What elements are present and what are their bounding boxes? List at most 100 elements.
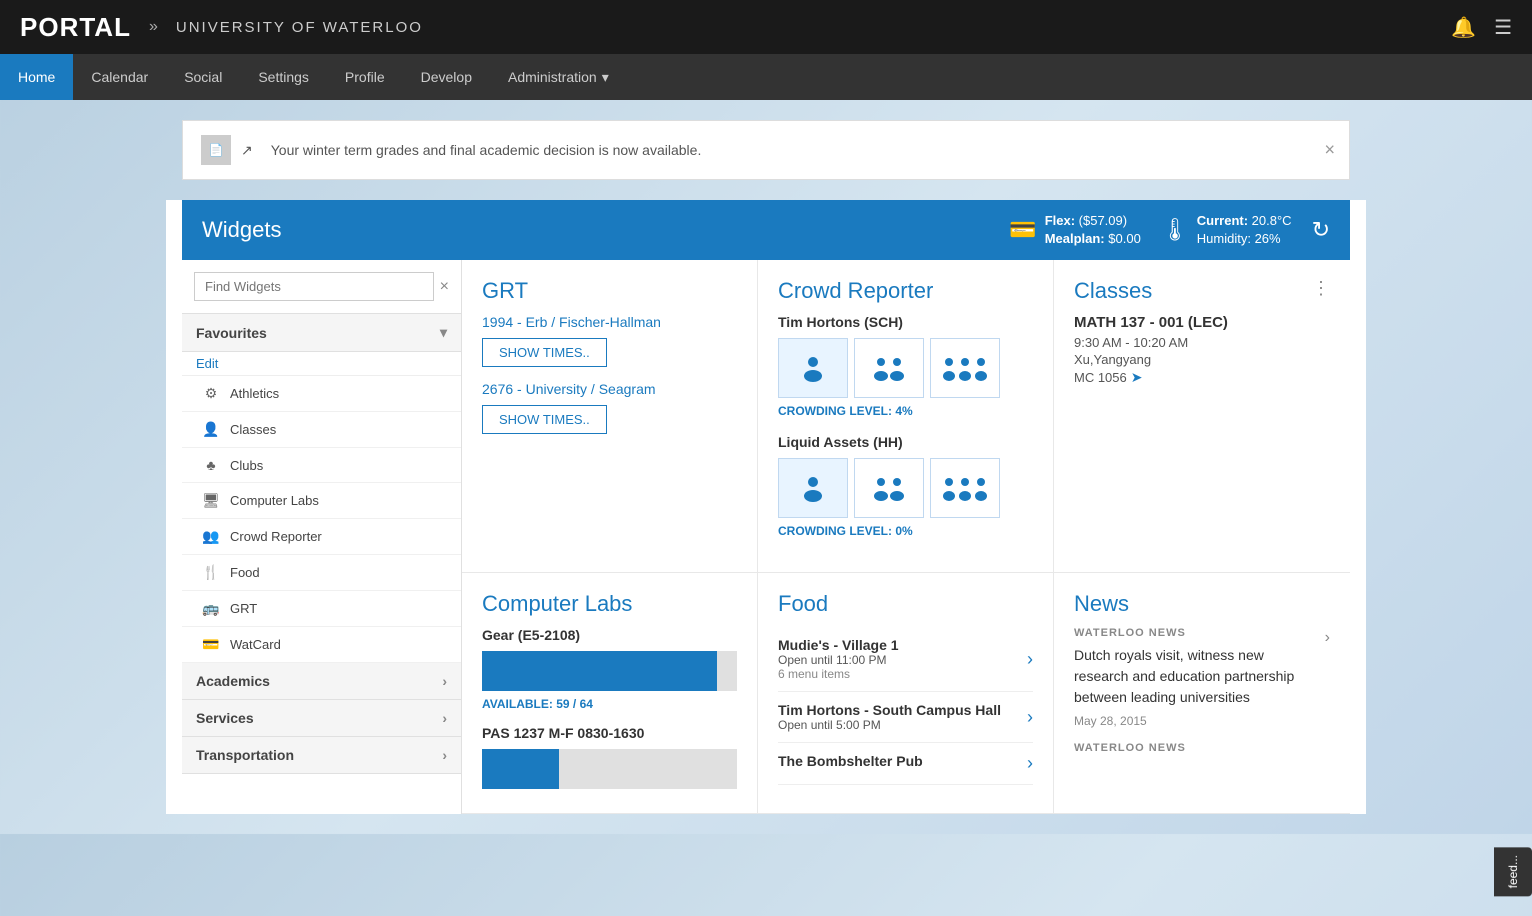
- class-instructor: Xu,Yangyang: [1074, 352, 1330, 367]
- transportation-section-header[interactable]: Transportation ›: [182, 737, 461, 774]
- crowd-icon-high[interactable]: [930, 338, 1000, 398]
- sidebar-watcard-label: WatCard: [230, 637, 281, 652]
- crowd-icon-medium[interactable]: [854, 338, 924, 398]
- sidebar-item-athletics[interactable]: ⚙ Athletics: [182, 376, 461, 412]
- food-item-2[interactable]: Tim Hortons - South Campus Hall Open unt…: [778, 692, 1033, 743]
- sidebar-clubs-label: Clubs: [230, 458, 263, 473]
- flex-value: ($57.09): [1079, 213, 1127, 228]
- lab2-bar: [482, 749, 559, 789]
- portal-logo: PORTAL: [20, 12, 131, 43]
- news-source-2: WATERLOO NEWS: [1074, 742, 1186, 754]
- sidebar-grt-label: GRT: [230, 601, 257, 616]
- navigate-icon[interactable]: ➤: [1131, 369, 1143, 386]
- show-times-btn-1[interactable]: SHOW TIMES..: [482, 338, 607, 367]
- news-headline-1[interactable]: Dutch royals visit, witness new research…: [1074, 645, 1315, 708]
- bell-icon[interactable]: 🔔: [1451, 15, 1476, 40]
- crowd-icon-low[interactable]: [778, 338, 848, 398]
- crowd-level-1: CROWDING LEVEL: 4%: [778, 404, 1033, 418]
- search-input[interactable]: [194, 272, 434, 301]
- sidebar-item-clubs[interactable]: ♣ Clubs: [182, 448, 461, 483]
- food-hours-1: Open until 11:00 PM: [778, 653, 1027, 667]
- menu-icon[interactable]: ☰: [1494, 15, 1512, 40]
- close-icon[interactable]: ×: [1324, 140, 1335, 161]
- grt-icon: 🚌: [202, 600, 220, 617]
- favourites-label: Favourites: [196, 325, 267, 341]
- nav-social[interactable]: Social: [166, 54, 240, 100]
- thermometer-icon: 🌡: [1161, 217, 1189, 243]
- services-section-header[interactable]: Services ›: [182, 700, 461, 737]
- doc-icon: 📄: [209, 143, 224, 157]
- sidebar-item-classes[interactable]: 👤 Classes: [182, 412, 461, 448]
- sidebar-classes-label: Classes: [230, 422, 276, 437]
- news-chevron-1[interactable]: ›: [1325, 629, 1330, 647]
- lab1-available: AVAILABLE: 59 / 64: [482, 697, 737, 711]
- top-bar-right: 🔔 ☰: [1451, 15, 1512, 40]
- food-widget: Food Mudie's - Village 1 Open until 11:0…: [758, 573, 1054, 814]
- widgets-body: × Favourites ▾ Edit ⚙ Athletics 👤 Classe…: [182, 260, 1350, 814]
- food-name-1: Mudie's - Village 1: [778, 637, 1027, 653]
- clubs-icon: ♣: [202, 457, 220, 473]
- mealplan-info: 💳 Flex: ($57.09) Mealplan: $0.00: [1009, 212, 1141, 248]
- computer-labs-title: Computer Labs: [482, 591, 737, 617]
- nav-calendar[interactable]: Calendar: [73, 54, 166, 100]
- academics-caret-icon: ›: [442, 673, 447, 689]
- services-caret-icon: ›: [442, 710, 447, 726]
- nav-administration[interactable]: Administration ▾: [490, 54, 627, 100]
- crowd-icons-2: [778, 458, 1033, 518]
- nav-home[interactable]: Home: [0, 54, 73, 100]
- crowd-icon-medium-2[interactable]: [854, 458, 924, 518]
- nav-profile[interactable]: Profile: [327, 54, 403, 100]
- crowd-icon-high-2[interactable]: [930, 458, 1000, 518]
- food-item-3[interactable]: The Bombshelter Pub ›: [778, 743, 1033, 785]
- sidebar-item-crowd-reporter[interactable]: 👥 Crowd Reporter: [182, 519, 461, 555]
- food-chevron-3: ›: [1027, 753, 1033, 774]
- crowd-level-1-value: 4%: [895, 404, 912, 418]
- grt-route1: 1994 - Erb / Fischer-Hallman: [482, 314, 737, 330]
- edit-favourites-button[interactable]: Edit: [182, 352, 461, 376]
- food-icon: 🍴: [202, 564, 220, 581]
- classes-menu-icon[interactable]: ⋮: [1312, 278, 1330, 299]
- news-date-1: May 28, 2015: [1074, 714, 1315, 728]
- news-item-2: WATERLOO NEWS: [1074, 742, 1330, 760]
- food-title: Food: [778, 591, 1033, 617]
- food-hours-2: Open until 5:00 PM: [778, 718, 1027, 732]
- sidebar: × Favourites ▾ Edit ⚙ Athletics 👤 Classe…: [182, 260, 462, 814]
- news-source-1: WATERLOO NEWS: [1074, 627, 1315, 639]
- transportation-caret-icon: ›: [442, 747, 447, 763]
- favourites-section-header[interactable]: Favourites ▾: [182, 314, 461, 352]
- food-item-1[interactable]: Mudie's - Village 1 Open until 11:00 PM …: [778, 627, 1033, 692]
- temp-label: Current:: [1197, 213, 1248, 228]
- refresh-icon[interactable]: ↻: [1312, 217, 1330, 243]
- transportation-label: Transportation: [196, 747, 294, 763]
- sidebar-item-grt[interactable]: 🚌 GRT: [182, 591, 461, 627]
- class-room: MC 1056 ➤: [1074, 369, 1330, 386]
- mealplan-label: Mealplan:: [1045, 231, 1105, 246]
- widgets-header-right: 💳 Flex: ($57.09) Mealplan: $0.00 🌡 Curre…: [1009, 212, 1330, 248]
- sidebar-item-food[interactable]: 🍴 Food: [182, 555, 461, 591]
- crowd-reporter-widget: Crowd Reporter Tim Hortons (SCH) CROWDIN…: [758, 260, 1054, 573]
- show-times-btn-2[interactable]: SHOW TIMES..: [482, 405, 607, 434]
- crowd-icon-low-2[interactable]: [778, 458, 848, 518]
- sidebar-item-computer-labs[interactable]: 🖥 Computer Labs: [182, 483, 461, 519]
- clear-search-icon[interactable]: ×: [440, 278, 449, 296]
- mealplan-icon: 💳: [1009, 217, 1036, 243]
- nav-develop[interactable]: Develop: [403, 54, 490, 100]
- notification-link-icon[interactable]: ↗: [241, 142, 253, 159]
- feedback-tab[interactable]: feed...: [1494, 847, 1532, 896]
- news-widget: News WATERLOO NEWS Dutch royals visit, w…: [1054, 573, 1350, 814]
- nav-bar: Home Calendar Social Settings Profile De…: [0, 54, 1532, 100]
- sidebar-item-watcard[interactable]: 💳 WatCard: [182, 627, 461, 663]
- crowd-level-2: CROWDING LEVEL: 0%: [778, 524, 1033, 538]
- university-name: UNIVERSITY OF WATERLOO: [176, 19, 423, 36]
- lab1-bar-container: [482, 651, 737, 691]
- academics-section-header[interactable]: Academics ›: [182, 663, 461, 700]
- humidity-value: 26%: [1255, 231, 1281, 246]
- nav-settings[interactable]: Settings: [240, 54, 327, 100]
- lab1-available-value: 59 / 64: [556, 697, 593, 711]
- food-name-3: The Bombshelter Pub: [778, 753, 1027, 769]
- crowd-location-1: Tim Hortons (SCH): [778, 314, 1033, 330]
- notification-banner: 📄 ↗ Your winter term grades and final ac…: [182, 120, 1350, 180]
- athletics-icon: ⚙: [202, 385, 220, 402]
- food-chevron-1: ›: [1027, 649, 1033, 670]
- search-box-wrap: ×: [182, 260, 461, 314]
